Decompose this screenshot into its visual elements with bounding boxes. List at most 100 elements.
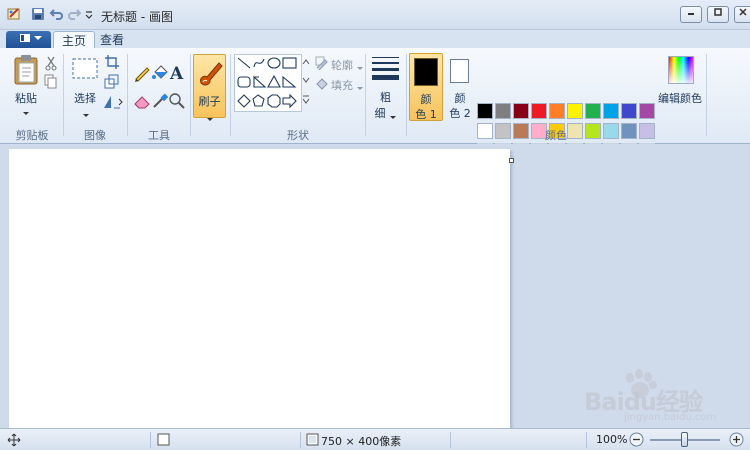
paste-label[interactable]: 粘贴 [13,90,39,106]
size-dropdown-icon[interactable] [390,110,396,123]
color-swatch[interactable] [495,103,511,119]
canvas-resize-handle[interactable] [509,158,514,163]
paste-dropdown-icon[interactable] [23,106,29,119]
magnifier-icon[interactable] [168,92,186,110]
zoom-in-button[interactable] [729,432,744,450]
image-size-icon [306,433,320,450]
group-divider [127,54,128,136]
close-button[interactable] [734,6,750,23]
color2-label-line2: 色 2 [449,107,471,120]
status-divider [450,432,451,448]
outline-dropdown-icon[interactable] [357,61,363,74]
text-tool-icon[interactable]: A [168,63,186,84]
group-divider [190,54,191,136]
select-dropdown-icon[interactable] [83,108,89,121]
cursor-position-icon [7,433,21,450]
group-divider [63,54,64,136]
color2-label-line1: 颜 [454,92,466,105]
color-swatch[interactable] [549,103,565,119]
status-divider [150,432,151,448]
color2-swatch [450,59,469,83]
color1-label-line2: 色 1 [415,108,437,121]
undo-icon[interactable] [49,6,65,22]
maximize-button[interactable] [707,6,729,23]
baidu-watermark: Baidu经验 jingyan.baidu.com [582,368,742,428]
shapes-scroll-up-icon[interactable] [302,54,310,73]
drawing-canvas[interactable] [9,149,510,428]
size-label-line1: 粗 [380,91,391,104]
brushes-button[interactable]: 刷子 [193,54,226,121]
rotate-icon[interactable] [102,94,123,112]
color-swatch[interactable] [603,103,619,119]
brushes-label[interactable]: 刷子 [194,93,225,109]
crop-icon[interactable] [104,54,122,72]
group-divider [706,54,707,136]
color1-label-line1: 颜 [420,93,432,106]
color-swatch[interactable] [585,103,601,119]
copy-icon[interactable] [44,74,62,92]
ribbon: 粘贴 剪贴板 选择 图像 A 工具 刷子 轮廓 填充 形状 粗 细 颜 色 1 … [0,48,750,159]
group-divider [230,54,231,136]
edit-colors-label[interactable]: 编辑颜色 [657,90,703,106]
cut-icon[interactable] [44,55,62,73]
outline-label[interactable]: 轮廓 [331,57,353,73]
edit-colors-spectrum-icon[interactable] [668,56,694,84]
brush-icon [200,62,223,86]
shapes-gallery-icons [237,57,297,109]
title-bar: 无标题 - 画图 [0,0,750,30]
color-swatch[interactable] [639,103,655,119]
shapes-more-icon[interactable] [302,90,310,109]
zoom-out-icon [629,432,644,447]
colors-group-label: 颜色 [545,129,567,142]
line-size-icon [372,56,399,85]
group-divider [406,54,407,136]
shapes-scroll-down-icon[interactable] [302,72,310,91]
status-bar: 750 × 400像素 100% [0,428,750,450]
tools-group-label: 工具 [148,129,170,142]
resize-icon[interactable] [104,74,122,92]
fill-dropdown-icon[interactable] [357,81,363,94]
color1-swatch [414,58,438,86]
menu-icon [19,34,42,42]
brushes-dropdown-icon[interactable] [207,112,213,125]
color1-button[interactable]: 颜 色 1 [409,53,443,121]
zoom-level: 100% [596,433,628,446]
color-swatch[interactable] [621,103,637,119]
minimize-button[interactable] [680,6,702,23]
zoom-out-button[interactable] [629,432,644,450]
status-divider [586,432,587,448]
fill-label[interactable]: 填充 [331,77,353,93]
image-group-label: 图像 [84,129,106,142]
group-divider [365,54,366,136]
size-label-line2: 细 [374,107,386,120]
clipboard-group-label: 剪贴板 [15,129,49,142]
svg-text:A: A [169,64,184,81]
save-icon[interactable] [30,6,46,22]
color-picker-icon[interactable] [151,92,169,110]
ribbon-tab-row: 主页 查看 [0,30,750,50]
select-button[interactable] [72,58,98,83]
color-swatch[interactable] [531,103,547,119]
window-title: 无标题 - 画图 [101,10,173,24]
color-swatch[interactable] [567,103,583,119]
color-swatch[interactable] [513,103,529,119]
customize-toolbar-icon[interactable] [84,6,100,22]
select-label[interactable]: 选择 [70,90,100,106]
zoom-slider-thumb[interactable] [681,432,688,447]
outline-icon[interactable] [315,56,329,73]
image-size-text: 750 × 400像素 [321,435,402,448]
paint-app-icon[interactable] [6,6,22,22]
fill-icon[interactable] [315,76,329,93]
color-swatch[interactable] [477,103,493,119]
eraser-icon[interactable] [133,92,151,110]
redo-icon[interactable] [66,6,82,22]
paste-button[interactable] [13,54,39,89]
shapes-gallery[interactable] [234,54,302,112]
select-rectangle-icon [72,58,98,79]
shapes-group-label: 形状 [287,129,309,142]
fill-bucket-icon[interactable] [151,64,169,82]
color2-button[interactable]: 颜 色 2 [446,53,474,121]
paint-menu-button[interactable] [6,31,51,49]
zoom-in-icon [729,432,744,447]
pencil-icon[interactable] [133,64,151,82]
